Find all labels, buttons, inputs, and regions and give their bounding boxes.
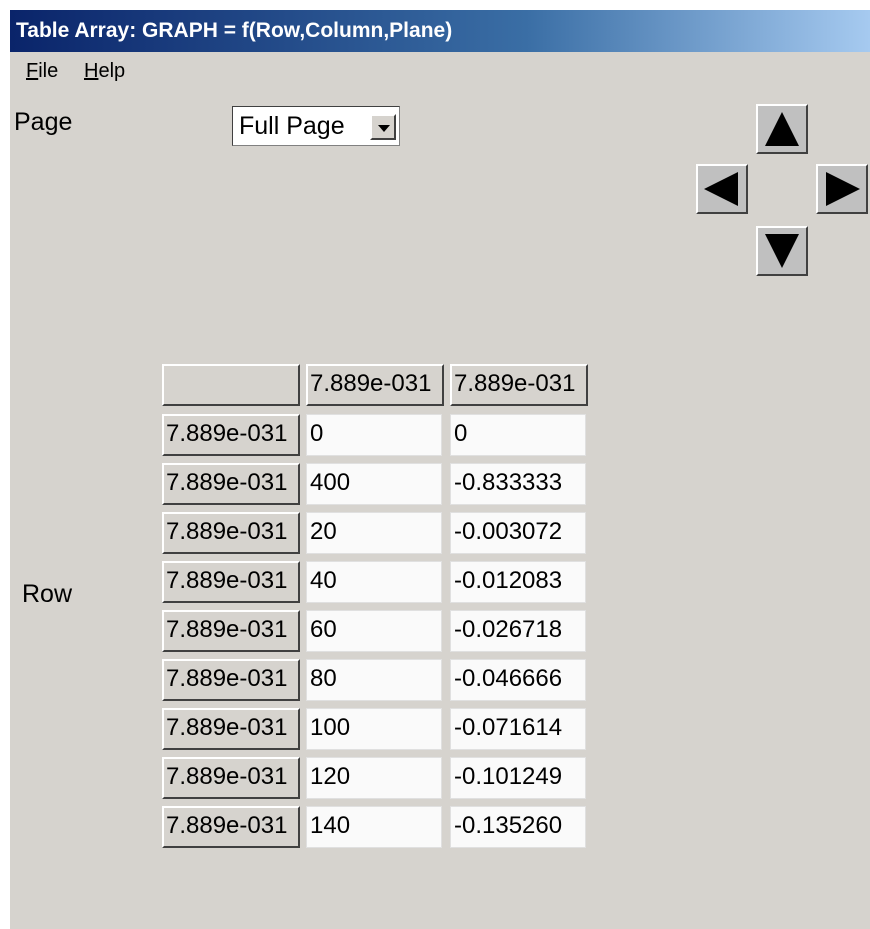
column-header[interactable]: 7.889e-031 bbox=[306, 364, 444, 406]
row-header[interactable]: 7.889e-031 bbox=[162, 757, 300, 799]
arrow-down-icon bbox=[765, 234, 799, 268]
nav-right-button[interactable] bbox=[816, 164, 868, 214]
table-cell[interactable]: -0.135260 bbox=[450, 806, 586, 848]
menu-help-label: elp bbox=[98, 60, 126, 82]
table-cell[interactable]: -0.071614 bbox=[450, 708, 586, 750]
row-header[interactable]: 7.889e-031 bbox=[162, 659, 300, 701]
table-corner-header[interactable] bbox=[162, 364, 300, 406]
menu-help-accelerator: H bbox=[84, 60, 99, 82]
table-cell[interactable]: 0 bbox=[306, 414, 442, 456]
table-cell[interactable]: 40 bbox=[306, 561, 442, 603]
arrow-left-icon bbox=[704, 172, 738, 206]
row-header[interactable]: 7.889e-031 bbox=[162, 708, 300, 750]
page-select-value: Full Page bbox=[239, 112, 345, 140]
table-cell[interactable]: 400 bbox=[306, 463, 442, 505]
menu-file-accelerator: F bbox=[26, 60, 39, 82]
menu-file[interactable]: File bbox=[26, 60, 58, 83]
row-axis-label: Row bbox=[22, 580, 73, 608]
row-header[interactable]: 7.889e-031 bbox=[162, 463, 300, 505]
table-cell[interactable]: 120 bbox=[306, 757, 442, 799]
table-cell[interactable]: -0.003072 bbox=[450, 512, 586, 554]
row-header[interactable]: 7.889e-031 bbox=[162, 512, 300, 554]
window-title: Table Array: GRAPH = f(Row,Column,Plane) bbox=[10, 10, 870, 52]
row-header[interactable]: 7.889e-031 bbox=[162, 610, 300, 652]
table-array-window: Table Array: GRAPH = f(Row,Column,Plane)… bbox=[10, 10, 870, 929]
row-header[interactable]: 7.889e-031 bbox=[162, 561, 300, 603]
table-cell[interactable]: -0.101249 bbox=[450, 757, 586, 799]
chevron-down-icon[interactable] bbox=[370, 114, 396, 140]
table-cell[interactable]: 80 bbox=[306, 659, 442, 701]
table-cell[interactable]: -0.046666 bbox=[450, 659, 586, 701]
table-cell[interactable]: 0 bbox=[450, 414, 586, 456]
menu-bar: File Help bbox=[10, 56, 870, 86]
table-cell[interactable]: 20 bbox=[306, 512, 442, 554]
arrow-right-icon bbox=[826, 172, 860, 206]
row-header[interactable]: 7.889e-031 bbox=[162, 414, 300, 456]
table-cell[interactable]: -0.012083 bbox=[450, 561, 586, 603]
column-header[interactable]: 7.889e-031 bbox=[450, 364, 588, 406]
menu-help[interactable]: Help bbox=[84, 60, 125, 83]
table-cell[interactable]: 60 bbox=[306, 610, 442, 652]
table-cell[interactable]: -0.833333 bbox=[450, 463, 586, 505]
table-cell[interactable]: -0.026718 bbox=[450, 610, 586, 652]
table-cell[interactable]: 100 bbox=[306, 708, 442, 750]
nav-left-button[interactable] bbox=[696, 164, 748, 214]
arrow-up-icon bbox=[765, 112, 799, 146]
menu-file-label: ile bbox=[38, 60, 59, 82]
table-cell[interactable]: 140 bbox=[306, 806, 442, 848]
page-select[interactable]: Full Page bbox=[232, 106, 400, 146]
row-header[interactable]: 7.889e-031 bbox=[162, 806, 300, 848]
nav-down-button[interactable] bbox=[756, 226, 808, 276]
nav-up-button[interactable] bbox=[756, 104, 808, 154]
page-label: Page bbox=[14, 108, 73, 136]
